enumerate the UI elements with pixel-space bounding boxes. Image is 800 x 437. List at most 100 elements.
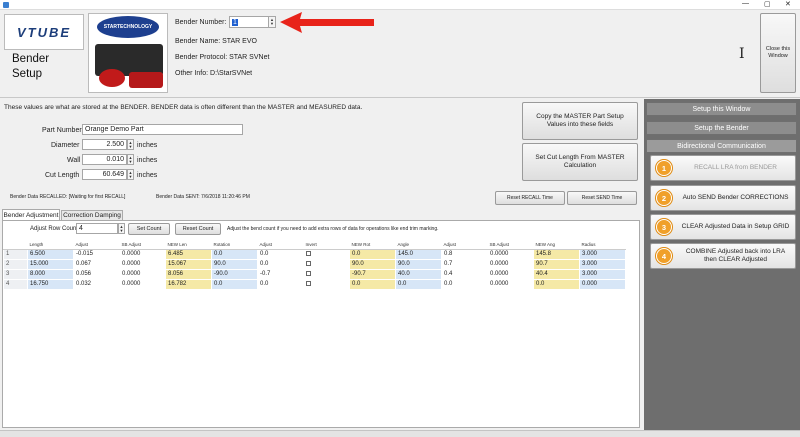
recall-lra-button[interactable]: 1 RECALL LRA from BENDER [650, 155, 796, 181]
cell-sb-adjust[interactable]: 0.0000 [119, 248, 166, 260]
row-number[interactable]: 2 [3, 258, 28, 270]
cell-new-rot[interactable]: -90.7 [349, 268, 396, 280]
cell-radius[interactable]: 3.000 [579, 258, 626, 270]
invert-checkbox[interactable] [306, 250, 311, 256]
row-number[interactable]: 1 [3, 248, 28, 260]
bender-number-spinner[interactable]: ▲ ▼ [268, 16, 276, 28]
cut-length-spinner[interactable]: ▲ ▼ [127, 169, 134, 180]
grid-header[interactable]: SB Adjust [487, 240, 534, 250]
cell-rotation[interactable]: 0.0 [211, 248, 258, 260]
cell-invert[interactable] [303, 278, 350, 290]
wall-spinner[interactable]: ▲ ▼ [127, 154, 134, 165]
grid-header[interactable]: Length [27, 240, 74, 250]
set-cut-length-button[interactable]: Set Cut Length From MASTER Calculation [522, 143, 638, 181]
grid-header[interactable]: Angle [395, 240, 442, 250]
cell-sb-adjust[interactable]: 0.0000 [119, 278, 166, 290]
cell-rotation[interactable]: 0.0 [211, 278, 258, 290]
cell-new-rot[interactable]: 0.0 [349, 278, 396, 290]
cell-length[interactable]: 6.500 [27, 248, 74, 260]
cell-new-len[interactable]: 8.056 [165, 268, 212, 280]
row-count-input[interactable]: 4 [76, 223, 118, 234]
grid-header[interactable]: Adjust [257, 240, 304, 250]
close-icon[interactable]: ✕ [785, 0, 791, 8]
clear-adjusted-button[interactable]: 3 CLEAR Adjusted Data in Setup GRID [650, 214, 796, 240]
grid-header[interactable]: Radius [579, 240, 626, 250]
cell-new-ang[interactable]: 90.7 [533, 258, 580, 270]
cell-angle[interactable]: 145.0 [395, 248, 442, 260]
invert-checkbox[interactable] [306, 280, 311, 286]
setup-window-button[interactable]: Setup this Window [646, 102, 797, 116]
cell-new-len[interactable]: 15.067 [165, 258, 212, 270]
combine-adjusted-button[interactable]: 4 COMBINE Adjusted back into LRA then CL… [650, 243, 796, 269]
setup-bender-button[interactable]: Setup the Bender [646, 121, 797, 135]
spin-down-icon[interactable]: ▼ [270, 22, 274, 26]
cell-adjust[interactable]: 0.056 [73, 268, 120, 280]
cell-ang-sb-adjust[interactable]: 0.0000 [487, 248, 534, 260]
spin-down-icon[interactable]: ▼ [120, 228, 124, 233]
row-number[interactable]: 4 [3, 278, 28, 290]
cell-invert[interactable] [303, 248, 350, 260]
spin-down-icon[interactable]: ▼ [129, 174, 133, 179]
grid-header[interactable]: NEW Rot [349, 240, 396, 250]
cell-new-len[interactable]: 16.782 [165, 278, 212, 290]
cell-ang-adjust[interactable]: 0.4 [441, 268, 488, 280]
cell-adjust[interactable]: 0.067 [73, 258, 120, 270]
cell-new-len[interactable]: 6.485 [165, 248, 212, 260]
spin-down-icon[interactable]: ▼ [129, 144, 133, 149]
cell-ang-sb-adjust[interactable]: 0.0000 [487, 258, 534, 270]
cell-new-rot[interactable]: 90.0 [349, 258, 396, 270]
tab-correction-damping[interactable]: Correction Damping [61, 210, 123, 220]
cell-adjust[interactable]: -0.015 [73, 248, 120, 260]
cell-length[interactable]: 8.000 [27, 268, 74, 280]
grid-header[interactable]: Invert [303, 240, 350, 250]
cell-new-ang[interactable]: 145.8 [533, 248, 580, 260]
cell-adjust[interactable]: 0.032 [73, 278, 120, 290]
cell-rot-adjust[interactable]: 0.0 [257, 278, 304, 290]
close-window-button[interactable]: Close this Window [760, 13, 796, 93]
part-number-input[interactable]: Orange Demo Part [82, 124, 243, 135]
cell-length[interactable]: 15.000 [27, 258, 74, 270]
cell-ang-sb-adjust[interactable]: 0.0000 [487, 278, 534, 290]
diameter-input[interactable]: 2.500 [82, 139, 127, 150]
cell-length[interactable]: 16.750 [27, 278, 74, 290]
cell-rot-adjust[interactable]: -0.7 [257, 268, 304, 280]
auto-send-button[interactable]: 2 Auto SEND Bender CORRECTIONS [650, 185, 796, 211]
cell-ang-adjust[interactable]: 0.7 [441, 258, 488, 270]
grid-header[interactable]: Adjust [73, 240, 120, 250]
cell-ang-adjust[interactable]: 0.0 [441, 278, 488, 290]
grid-header[interactable]: Adjust [441, 240, 488, 250]
grid-header[interactable]: NEW Len [165, 240, 212, 250]
cell-invert[interactable] [303, 268, 350, 280]
diameter-spinner[interactable]: ▲ ▼ [127, 139, 134, 150]
minimize-icon[interactable]: — [742, 0, 749, 7]
grid-header[interactable]: SB Adjust [119, 240, 166, 250]
row-count-spinner[interactable]: ▲ ▼ [118, 223, 125, 234]
cell-angle[interactable]: 0.0 [395, 278, 442, 290]
cell-rot-adjust[interactable]: 0.0 [257, 248, 304, 260]
cell-rot-adjust[interactable]: 0.0 [257, 258, 304, 270]
cell-radius[interactable]: 0.000 [579, 278, 626, 290]
maximize-icon[interactable]: ▢ [764, 0, 771, 8]
cell-ang-adjust[interactable]: 0.8 [441, 248, 488, 260]
cell-new-ang[interactable]: 40.4 [533, 268, 580, 280]
reset-send-button[interactable]: Reset SEND Time [567, 191, 637, 205]
cell-ang-sb-adjust[interactable]: 0.0000 [487, 268, 534, 280]
cell-radius[interactable]: 3.000 [579, 268, 626, 280]
cell-invert[interactable] [303, 258, 350, 270]
wall-input[interactable]: 0.010 [82, 154, 127, 165]
grid-header[interactable]: NEW Ang [533, 240, 580, 250]
invert-checkbox[interactable] [306, 260, 311, 266]
row-number[interactable]: 3 [3, 268, 28, 280]
reset-recall-button[interactable]: Reset RECALL Time [495, 191, 565, 205]
cell-radius[interactable]: 3.000 [579, 248, 626, 260]
cell-sb-adjust[interactable]: 0.0000 [119, 268, 166, 280]
grid-header[interactable]: Rotation [211, 240, 258, 250]
copy-master-button[interactable]: Copy the MASTER Part Setup Values into t… [522, 102, 638, 140]
cell-new-ang[interactable]: 0.0 [533, 278, 580, 290]
invert-checkbox[interactable] [306, 270, 311, 276]
cell-rotation[interactable]: -90.0 [211, 268, 258, 280]
tab-bender-adjustment[interactable]: Bender Adjustment [2, 209, 60, 220]
set-count-button[interactable]: Set Count [128, 223, 170, 235]
bender-number-input[interactable]: 1 [229, 16, 269, 28]
cell-new-rot[interactable]: 0.0 [349, 248, 396, 260]
